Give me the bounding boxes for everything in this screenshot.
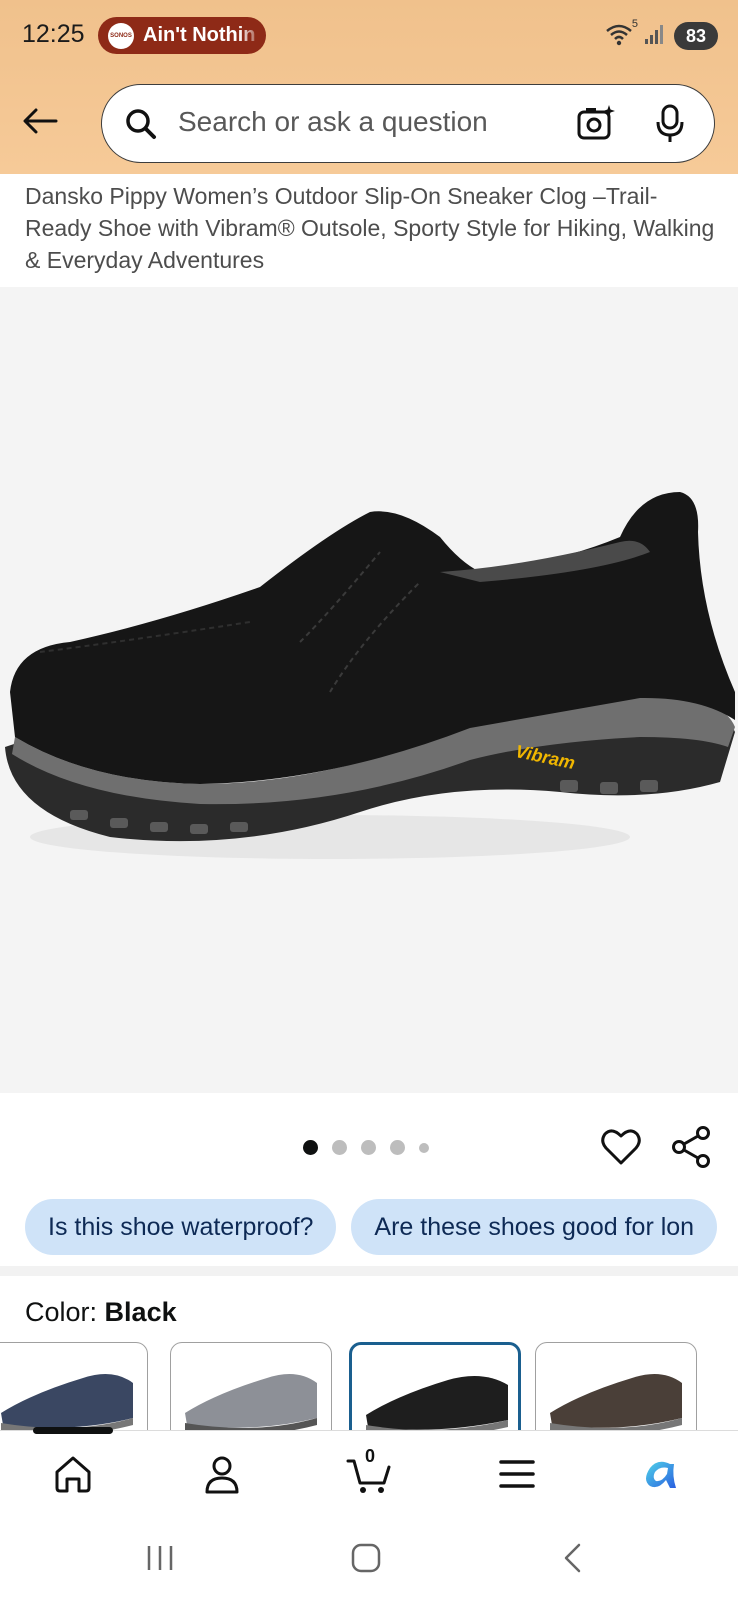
nav-cart[interactable]: 0 — [344, 1446, 394, 1499]
search-input[interactable]: Search or ask a question — [101, 84, 715, 163]
product-image-carousel[interactable]: Vibram — [0, 287, 738, 1093]
arrow-left-icon — [23, 108, 58, 134]
carousel-dot[interactable] — [419, 1142, 429, 1153]
product-image[interactable]: Vibram — [0, 492, 738, 882]
selected-color-value: Black — [104, 1297, 177, 1327]
heart-icon — [601, 1129, 641, 1165]
carousel-dot[interactable] — [361, 1140, 376, 1155]
camera-search-icon[interactable] — [576, 103, 616, 143]
back-button[interactable] — [18, 99, 62, 143]
color-swatch-brown[interactable] — [535, 1342, 697, 1430]
search-icon — [126, 109, 156, 139]
microphone-icon[interactable] — [654, 104, 686, 144]
wifi-icon: 5 — [606, 18, 638, 48]
add-to-wishlist-button[interactable] — [600, 1126, 642, 1168]
sonos-logo: SONOS — [108, 22, 134, 49]
home-square-icon — [351, 1543, 381, 1573]
rufus-icon — [646, 1461, 676, 1488]
nav-account[interactable] — [197, 1449, 247, 1499]
media-playback-pill[interactable]: SONOS Ain't Nothin — [98, 17, 266, 54]
share-icon — [672, 1126, 710, 1168]
color-swatches — [0, 1342, 738, 1430]
wifi-badge: 5 — [631, 18, 638, 30]
question-chip[interactable]: Is this shoe waterproof? — [25, 1199, 337, 1255]
system-back-button[interactable] — [553, 1538, 593, 1578]
battery-indicator: 83 — [674, 22, 718, 50]
suggested-questions: Is this shoe waterproof? Are these shoes… — [25, 1199, 718, 1255]
system-navigation-bar — [0, 1510, 738, 1600]
color-swatch-grey[interactable] — [170, 1342, 332, 1430]
product-title[interactable]: Dansko Pippy Women’s Outdoor Slip-On Sne… — [25, 180, 715, 276]
carousel-dot[interactable] — [390, 1140, 405, 1155]
media-app-label: SONOS — [110, 32, 132, 39]
question-chip[interactable]: Are these shoes good for lon — [351, 1199, 718, 1255]
media-title: Ain't Nothin — [143, 24, 256, 46]
status-icons: 5 83 — [606, 18, 718, 54]
share-button[interactable] — [670, 1126, 712, 1168]
chevron-left-icon — [564, 1543, 581, 1573]
status-time: 12:25 — [22, 20, 85, 48]
color-swatch-navy[interactable] — [0, 1342, 148, 1430]
home-icon — [55, 1456, 91, 1493]
carousel-dot[interactable] — [332, 1140, 347, 1155]
status-bar: 12:25 SONOS Ain't Nothin 5 83 — [0, 0, 738, 70]
account-icon — [205, 1456, 239, 1494]
header: 12:25 SONOS Ain't Nothin 5 83 Search or … — [0, 0, 738, 174]
active-tab-indicator — [33, 1427, 113, 1434]
color-swatch-black[interactable] — [349, 1342, 521, 1430]
carousel-dots[interactable] — [303, 1140, 429, 1155]
search-placeholder: Search or ask a question — [178, 106, 488, 137]
section-divider — [0, 1266, 738, 1276]
nav-home[interactable] — [48, 1449, 98, 1499]
color-label: Color: — [25, 1297, 98, 1327]
bottom-navigation: 0 — [0, 1427, 738, 1510]
color-selection-label: Color: Black — [25, 1297, 177, 1328]
nav-menu[interactable] — [492, 1449, 542, 1499]
home-button[interactable] — [346, 1538, 386, 1578]
recent-apps-icon — [147, 1546, 173, 1570]
recent-apps-button[interactable] — [140, 1538, 180, 1578]
nav-rufus-assistant[interactable] — [637, 1449, 687, 1499]
carousel-dot[interactable] — [303, 1140, 318, 1155]
menu-icon — [499, 1460, 535, 1488]
signal-icon — [644, 23, 666, 50]
cart-count-badge: 0 — [365, 1446, 376, 1466]
